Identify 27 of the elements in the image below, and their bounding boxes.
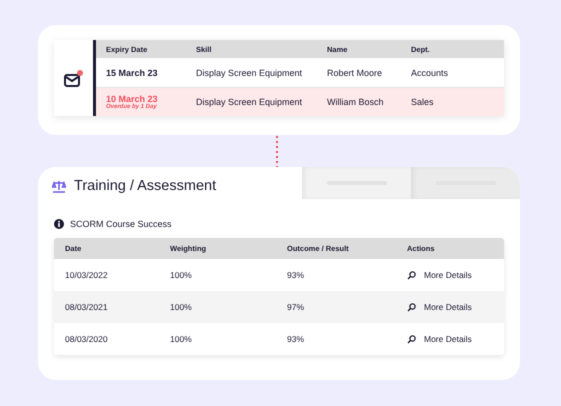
table-cell-text: 100% [170,270,193,280]
scale-icon [52,180,66,192]
details-link[interactable]: More Details [407,270,472,280]
table-cell-text: Display Screen Equipment [196,68,304,78]
table-cell-text: 10/03/2022 [65,270,109,280]
search-icon [407,302,416,312]
expiry-date: 10 March 23 [106,94,159,104]
table-cell-text: 08/03/2020 [65,334,109,344]
details-link[interactable]: More Details [407,334,472,344]
expiry-date: 15 March 23 [106,68,159,78]
table-cell-text: 100% [170,302,193,312]
table-cell-text: 93% [287,270,306,280]
table-cell-text: 100% [170,334,193,344]
table-cell-text: 08/03/2021 [65,302,109,312]
search-icon [407,334,416,344]
table-cell-text: William Bosch [327,97,385,107]
details-link[interactable]: More Details [407,302,472,312]
table-cell-text: 93% [287,334,306,344]
panel-title: Training / Assessment [74,178,216,194]
info-icon [54,219,64,229]
table-cell-text: 97% [287,302,306,312]
table-cell-text: Sales [411,97,435,107]
table-cell-text: Display Screen Equipment [196,97,304,107]
table-cell-text: Accounts [411,68,450,78]
table-cell-text: Robert Moore [327,68,384,78]
search-icon [407,270,416,280]
section-title: SCORM Course Success [70,219,172,229]
